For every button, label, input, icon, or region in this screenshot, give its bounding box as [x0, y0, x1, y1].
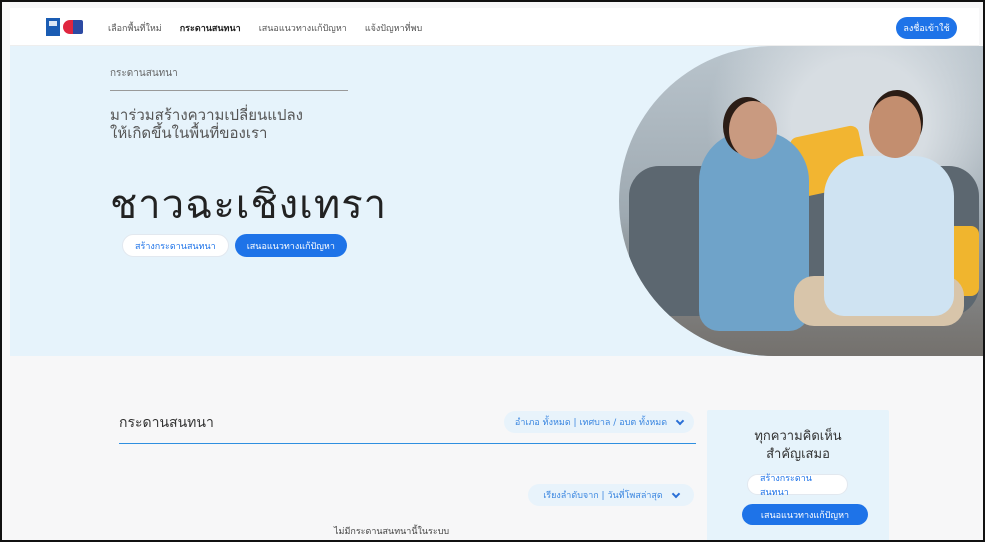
nav-link-select-area[interactable]: เลือกพื้นที่ใหม่	[108, 21, 162, 35]
empty-state-text: ไม่มีกระดานสนทนานี้ในระบบ	[334, 527, 450, 537]
photo-woman-head	[729, 101, 777, 159]
side-create-board-button[interactable]: สร้างกระดานสนทนา	[747, 474, 848, 498]
side-cta-title-line-1: ทุกความคิดเห็น	[754, 429, 842, 444]
side-cta-title-line-2: สำคัญเสมอ	[766, 447, 830, 462]
top-nav: เลือกพื้นที่ใหม่ กระดานสนทนา เสนอแนวทางแ…	[10, 8, 979, 46]
hero-subtitle-line-1: มาร่วมสร้างความเปลี่ยนแปลง	[110, 106, 303, 124]
chevron-down-icon	[671, 489, 681, 498]
area-filter-label: อำเภอ ทั้งหมด | เทศบาล / อบต ทั้งหมด	[514, 418, 668, 428]
create-board-button[interactable]: สร้างกระดานสนทนา	[122, 234, 229, 257]
partner-logo-icon	[63, 20, 83, 34]
nav-link-report-problem[interactable]: แจ้งปัญหาที่พบ	[365, 21, 422, 35]
hero-title: ชาวฉะเชิงเทรา	[110, 182, 388, 228]
area-filter-dropdown[interactable]: อำเภอ ทั้งหมด | เทศบาล / อบต ทั้งหมด	[504, 411, 694, 433]
photo-man-head	[869, 96, 921, 158]
login-button[interactable]: ลงชื่อเข้าใช้	[896, 17, 957, 39]
side-cta-title: ทุกความคิดเห็น สำคัญเสมอ	[707, 428, 889, 464]
page-frame: เลือกพื้นที่ใหม่ กระดานสนทนา เสนอแนวทางแ…	[0, 0, 985, 542]
sort-label: เรียงลำดับจาก | วันที่โพสล่าสุด	[543, 491, 663, 501]
nav-link-propose-solution[interactable]: เสนอแนวทางแก้ปัญหา	[259, 21, 347, 35]
side-propose-solution-button[interactable]: เสนอแนวทางแก้ปัญหา	[742, 504, 868, 525]
side-cta-card: ทุกความคิดเห็น สำคัญเสมอ สร้างกระดานสนทน…	[707, 410, 889, 540]
hero-photo	[619, 46, 983, 356]
propose-solution-button[interactable]: เสนอแนวทางแก้ปัญหา	[234, 234, 347, 257]
photo-woman	[699, 131, 809, 331]
undp-logo-icon	[46, 18, 60, 36]
hero-subtitle: มาร่วมสร้างความเปลี่ยนแปลง ให้เกิดขึ้นใน…	[110, 106, 370, 142]
nav-link-discussion-board[interactable]: กระดานสนทนา	[180, 21, 241, 35]
chevron-down-icon	[675, 416, 685, 425]
hero-eyebrow: กระดานสนทนา	[110, 68, 178, 79]
hero-subtitle-line-2: ให้เกิดขึ้นในพื้นที่ของเรา	[110, 124, 268, 142]
board-section-title: กระดานสนทนา	[119, 415, 214, 431]
undp-logo[interactable]	[46, 16, 88, 38]
hero-buttons: สร้างกระดานสนทนา เสนอแนวทางแก้ปัญหา	[122, 234, 347, 257]
photo-man	[824, 156, 954, 316]
nav-links: เลือกพื้นที่ใหม่ กระดานสนทนา เสนอแนวทางแ…	[108, 21, 422, 35]
sort-dropdown[interactable]: เรียงลำดับจาก | วันที่โพสล่าสุด	[528, 484, 694, 506]
board-section-divider	[119, 443, 696, 444]
hero-divider	[110, 90, 348, 91]
